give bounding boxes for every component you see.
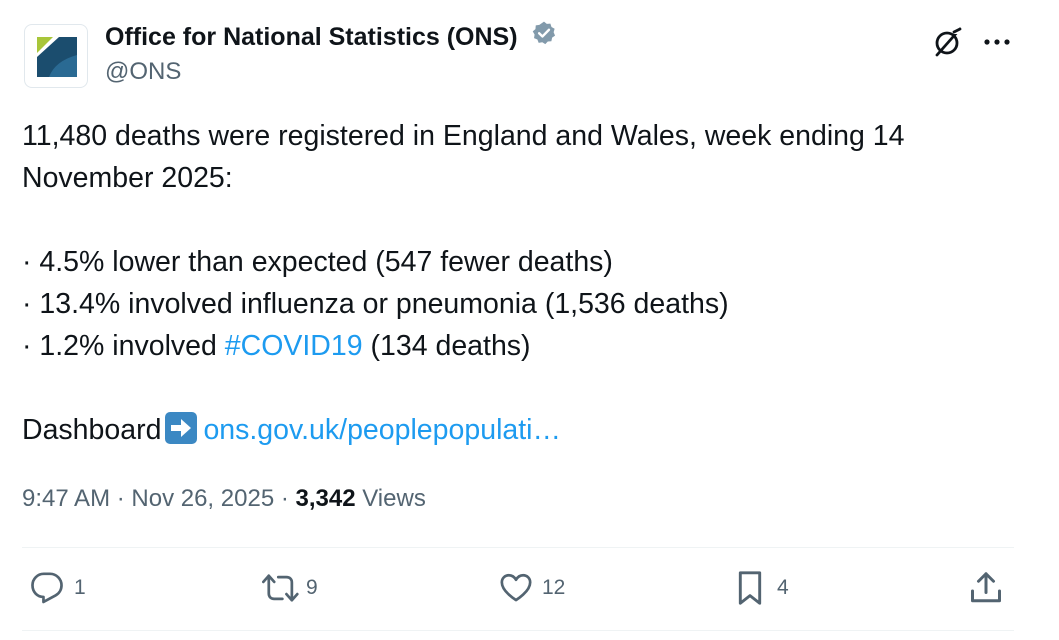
meta-separator: ·	[110, 485, 132, 512]
tweet-line: November 2025:	[22, 162, 233, 194]
divider	[22, 630, 1014, 631]
more-options-icon[interactable]	[983, 34, 1011, 52]
dashboard-link[interactable]: ons.gov.uk/peoplepopulati…	[203, 414, 561, 446]
heart-icon	[500, 573, 532, 602]
repost-icon	[262, 574, 299, 602]
author-name-text: Office for National Statistics (ONS)	[105, 23, 518, 52]
repost-count: 9	[306, 576, 318, 599]
reply-icon	[31, 572, 63, 604]
views-count: 3,342	[295, 485, 356, 512]
verified-badge-icon[interactable]	[531, 20, 557, 53]
views-label: Views	[355, 485, 426, 512]
like-count: 12	[542, 576, 566, 599]
bookmark-button[interactable]: 4	[733, 570, 789, 606]
repost-button[interactable]: 9	[262, 570, 318, 606]
reply-button[interactable]: 1	[30, 570, 86, 606]
bookmark-icon	[738, 571, 762, 605]
tweet-line: 11,480 deaths were registered in England…	[22, 120, 905, 152]
ons-logo-icon	[37, 37, 77, 77]
author-name[interactable]: Office for National Statistics (ONS)	[105, 20, 557, 55]
divider	[22, 547, 1014, 548]
tweet-time[interactable]: 9:47 AM	[22, 485, 110, 512]
bullet-suffix: (134 deaths)	[362, 330, 531, 362]
like-button[interactable]: 12	[498, 570, 565, 606]
hashtag-link[interactable]: #COVID19	[225, 330, 363, 362]
author-handle[interactable]: @ONS	[105, 58, 181, 86]
tweet-date[interactable]: Nov 26, 2025	[131, 485, 274, 512]
share-button[interactable]	[968, 570, 1004, 606]
tweet-meta: 9:47 AM · Nov 26, 2025 · 3,342 Views	[22, 485, 426, 513]
tweet-bullet: · 1.2% involved #COVID19 (134 deaths)	[22, 325, 1022, 367]
dashboard-label: Dashboard	[22, 414, 162, 446]
tweet-bullet: · 13.4% involved influenza or pneumonia …	[22, 288, 729, 320]
bullet-prefix: · 1.2% involved	[22, 330, 225, 362]
tweet-bullet: · 4.5% lower than expected (547 fewer de…	[22, 246, 613, 278]
grok-icon[interactable]	[932, 26, 964, 63]
right-arrow-emoji-icon	[165, 412, 198, 445]
tweet-text: 11,480 deaths were registered in England…	[22, 115, 1022, 451]
avatar[interactable]	[24, 24, 88, 88]
reply-count: 1	[74, 576, 86, 599]
dashboard-line: Dashboard ons.gov.uk/peoplepopulati…	[22, 409, 1022, 451]
share-icon	[971, 572, 1001, 603]
bookmark-count: 4	[777, 576, 789, 599]
meta-separator: ·	[274, 485, 296, 512]
